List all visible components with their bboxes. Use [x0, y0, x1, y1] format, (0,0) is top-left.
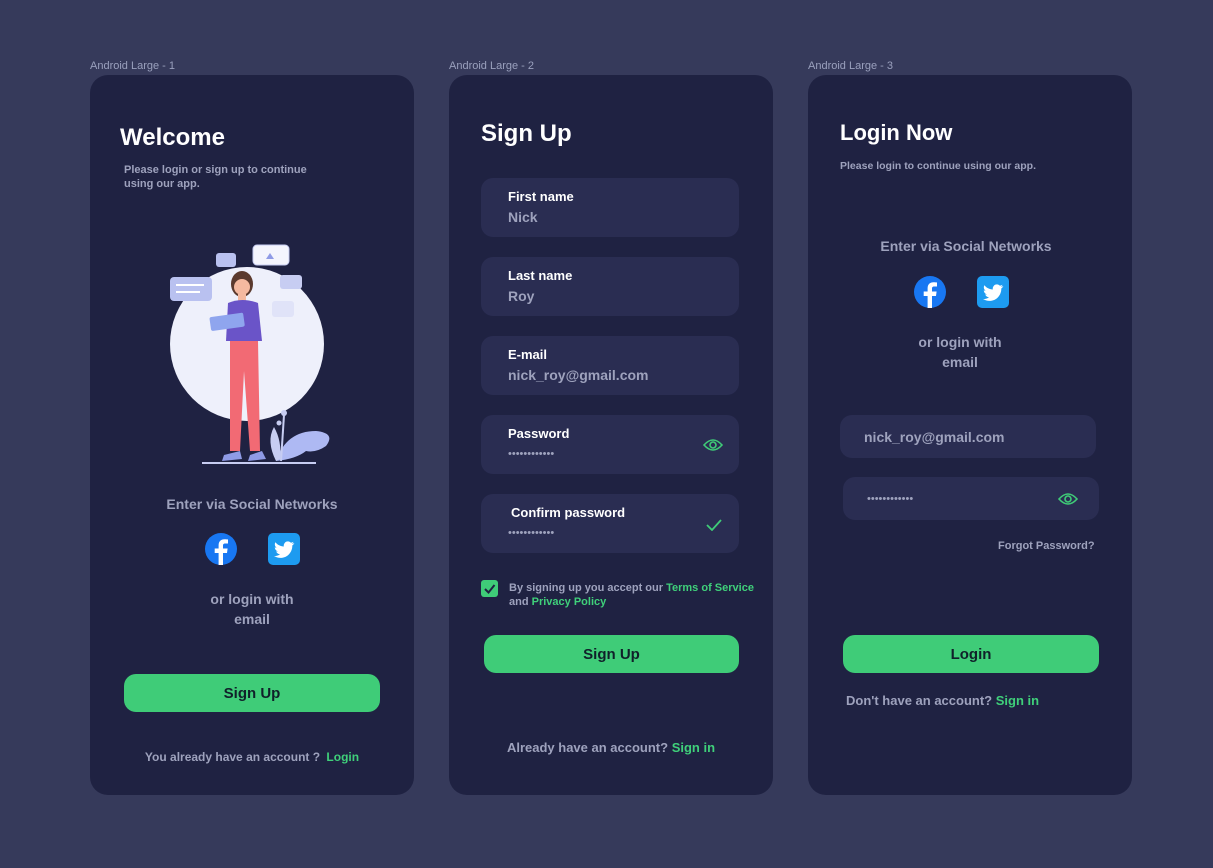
last-name-field[interactable]: Last name Roy: [481, 257, 739, 316]
woman-with-tablet-illustration: [170, 244, 330, 464]
twitter-icon[interactable]: [977, 276, 1009, 308]
field-value: Roy: [508, 288, 535, 304]
email-field[interactable]: E-mail nick_roy@gmail.com: [481, 336, 739, 395]
subtitle-line: Please login or sign up to continue: [124, 164, 307, 176]
or-login-with-email: or login with email: [90, 589, 414, 629]
field-value: nick_roy@gmail.com: [864, 429, 1005, 445]
frame-label: Android Large - 1: [90, 60, 175, 72]
eye-icon[interactable]: [703, 438, 723, 452]
or-line: email: [942, 354, 978, 370]
frame-label: Android Large - 2: [449, 60, 534, 72]
privacy-policy-link[interactable]: Privacy Policy: [532, 596, 607, 608]
footer-text: You already have an account ?: [144, 750, 321, 764]
forgot-password-link[interactable]: Forgot Password?: [998, 540, 1095, 552]
page-title: Welcome: [120, 124, 225, 151]
terms-checkbox[interactable]: [481, 580, 498, 597]
footer: You already have an account ? Login: [90, 750, 414, 764]
terms-prefix: By signing up you accept our: [509, 582, 664, 594]
or-line: email: [234, 611, 270, 627]
email-input[interactable]: nick_roy@gmail.com: [840, 415, 1096, 458]
field-label: Password: [508, 426, 570, 441]
sign-in-link[interactable]: Sign in: [996, 693, 1039, 708]
or-line: or login with: [210, 591, 294, 607]
facebook-icon[interactable]: [914, 276, 946, 308]
footer-text: Don't have an account?: [846, 693, 993, 708]
or-login-with-email: or login with email: [808, 332, 1112, 372]
field-value: ••••••••••••: [508, 448, 555, 460]
login-link[interactable]: Login: [326, 750, 359, 764]
check-icon: [706, 519, 722, 531]
sign-in-link[interactable]: Sign in: [672, 740, 715, 755]
twitter-icon[interactable]: [268, 533, 300, 565]
footer: Already have an account? Sign in: [449, 740, 773, 755]
field-value: Nick: [508, 209, 538, 225]
field-label: Last name: [508, 268, 573, 283]
field-value: ••••••••••••: [867, 493, 914, 505]
footer: Don't have an account? Sign in: [846, 693, 1039, 708]
terms-of-service-link[interactable]: Terms of Service: [666, 582, 754, 594]
facebook-icon[interactable]: [205, 533, 237, 565]
subtitle: Please login to continue using our app.: [840, 160, 1037, 172]
sign-up-screen: Sign Up First name Nick Last name Roy E-…: [449, 75, 773, 795]
sign-up-button[interactable]: Sign Up: [124, 674, 380, 712]
field-value: nick_roy@gmail.com: [508, 367, 649, 383]
welcome-screen: Welcome Please login or sign up to conti…: [90, 75, 414, 795]
field-label: First name: [508, 189, 574, 204]
field-label: E-mail: [508, 347, 548, 362]
field-value: ••••••••••••: [508, 527, 555, 539]
login-button[interactable]: Login: [843, 635, 1099, 673]
or-line: or login with: [918, 334, 1002, 350]
social-heading: Enter via Social Networks: [166, 496, 338, 512]
password-input[interactable]: ••••••••••••: [843, 477, 1099, 520]
terms-text: By signing up you accept our Terms of Se…: [509, 581, 764, 609]
eye-icon[interactable]: [1058, 492, 1078, 506]
footer-text: Already have an account?: [506, 740, 669, 755]
page-title: Sign Up: [481, 120, 572, 147]
confirm-password-field[interactable]: Confirm password ••••••••••••: [481, 494, 739, 553]
subtitle: Please login or sign up to continue usin…: [124, 163, 307, 191]
subtitle-line: using our app.: [124, 178, 200, 190]
checkmark-icon: [484, 584, 496, 594]
login-screen: Login Now Please login to continue using…: [808, 75, 1132, 795]
first-name-field[interactable]: First name Nick: [481, 178, 739, 237]
social-heading: Enter via Social Networks: [880, 238, 1052, 254]
page-title: Login Now: [840, 120, 953, 145]
sign-up-button[interactable]: Sign Up: [484, 635, 739, 673]
terms-and: and: [509, 596, 529, 608]
frame-label: Android Large - 3: [808, 60, 893, 72]
field-label: Confirm password: [511, 505, 626, 520]
password-field[interactable]: Password ••••••••••••: [481, 415, 739, 474]
